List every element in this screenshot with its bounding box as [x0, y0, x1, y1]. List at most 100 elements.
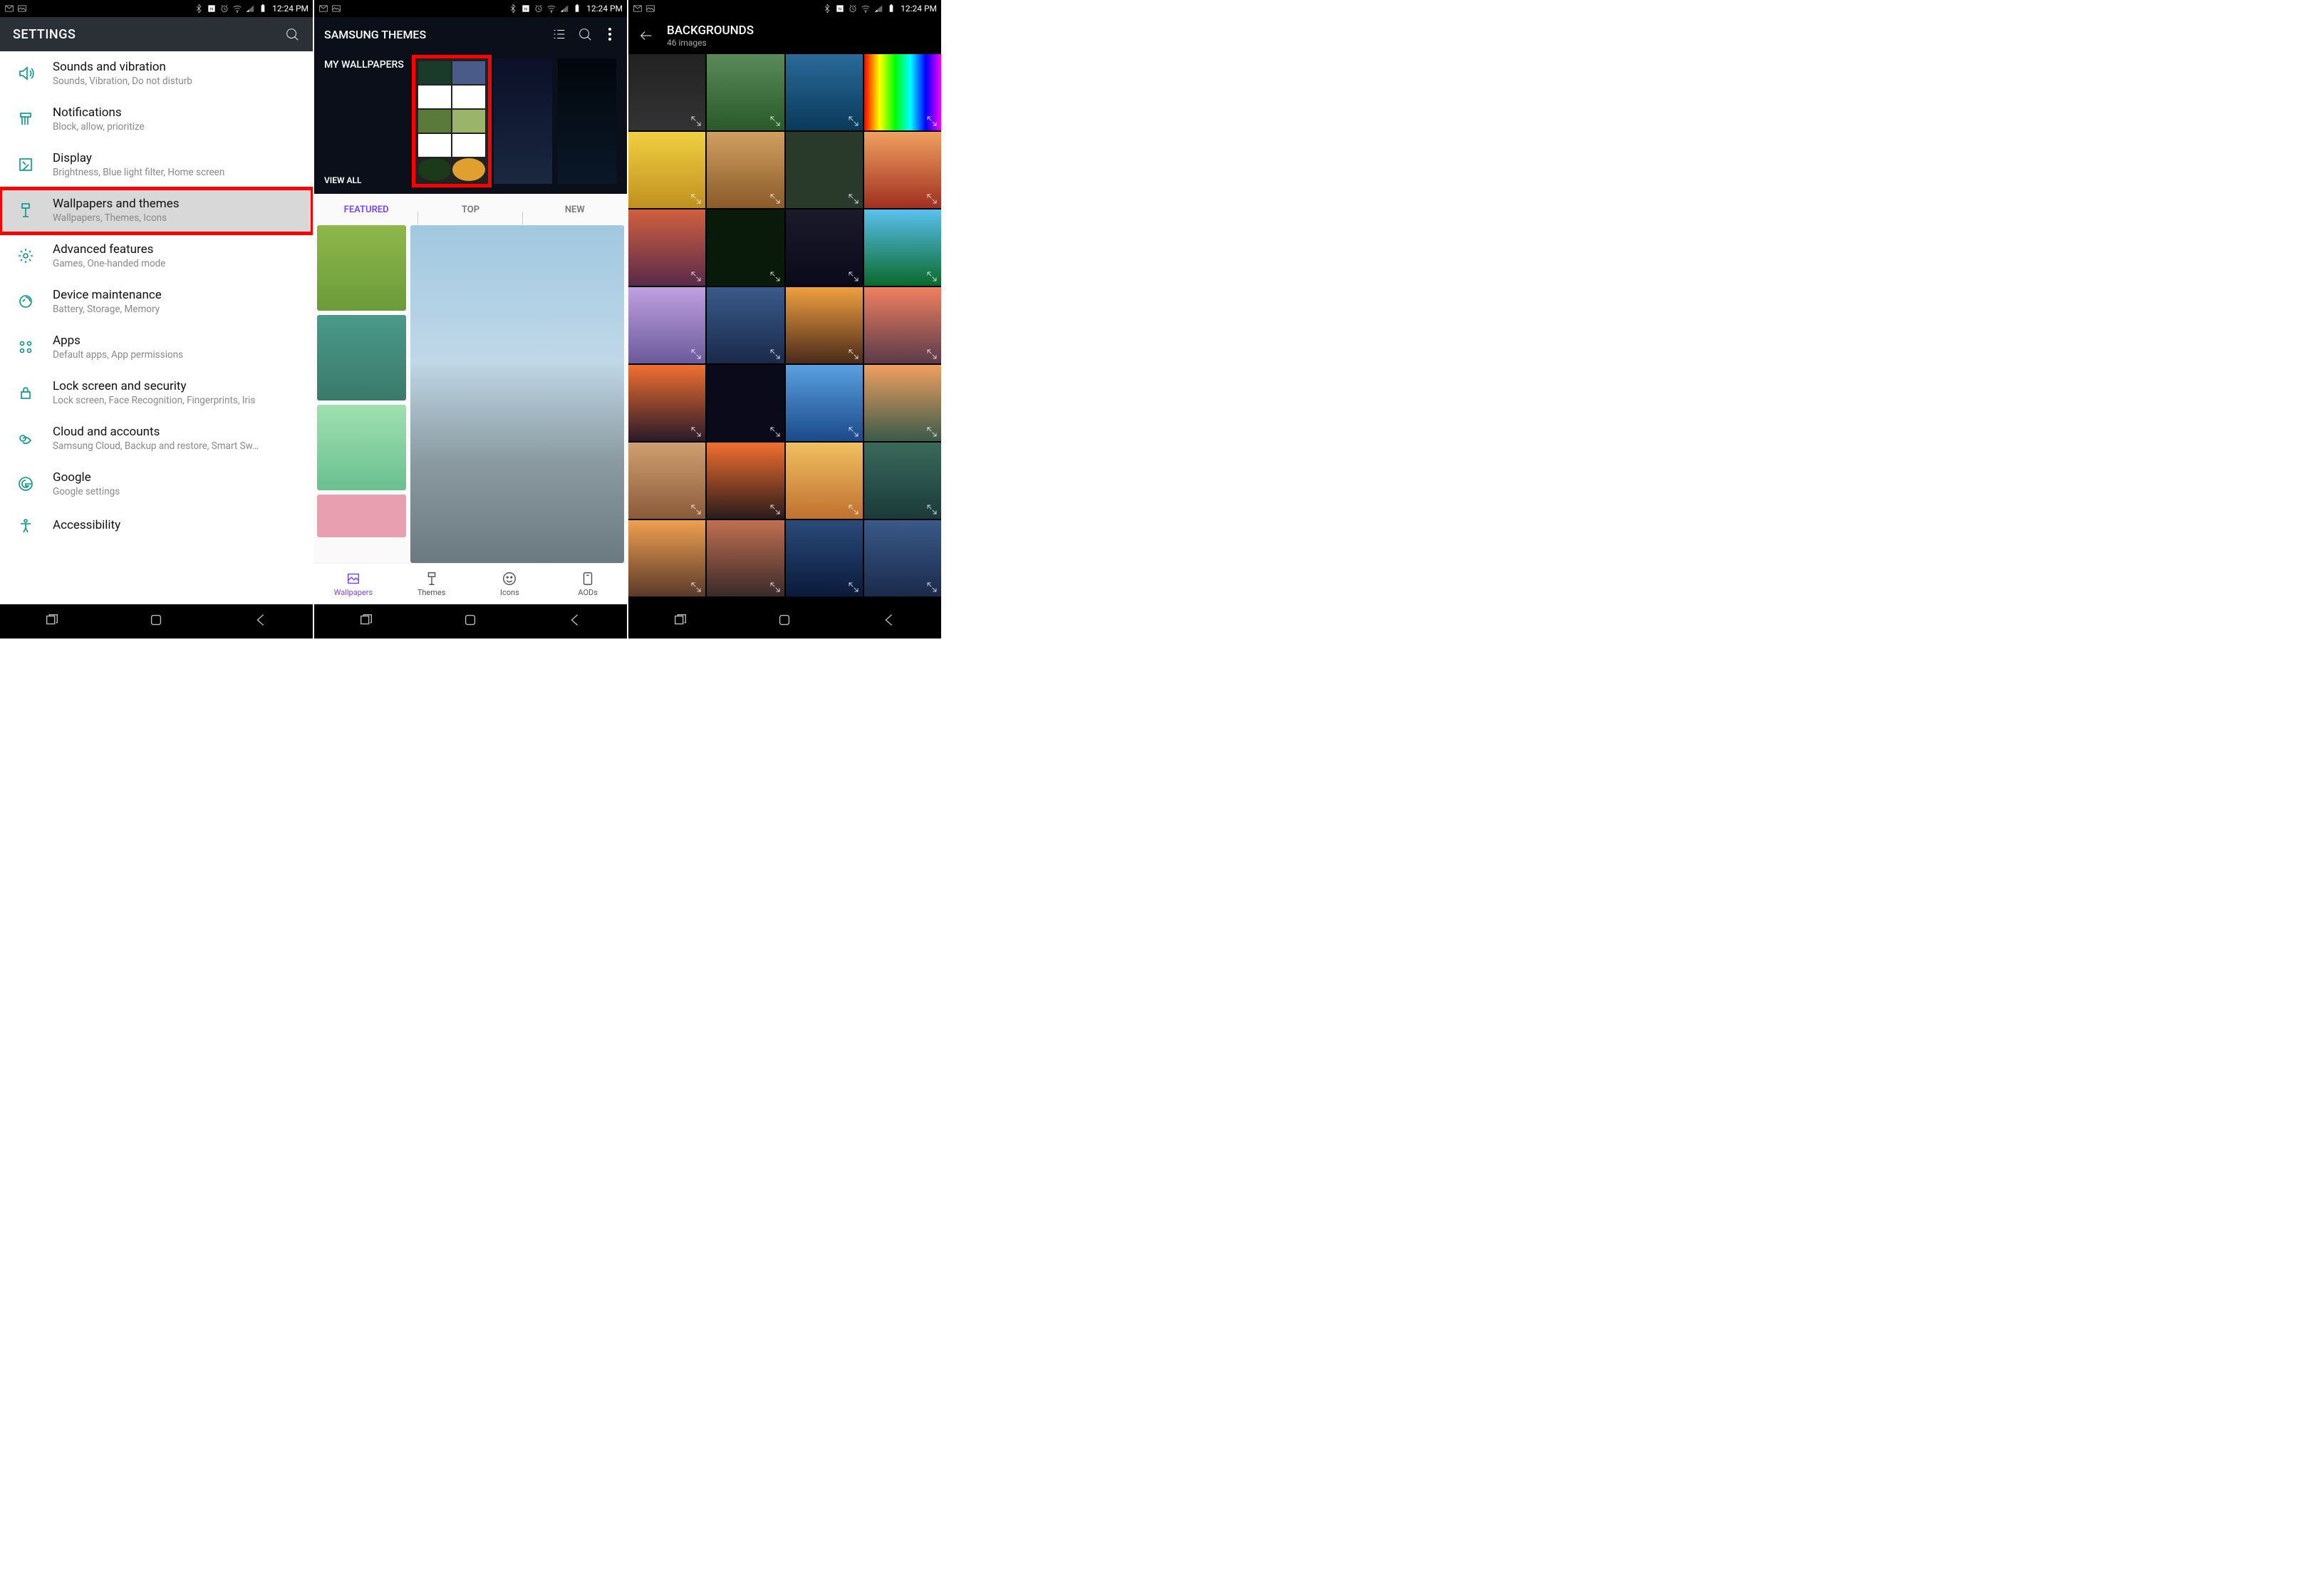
settings-item-lock[interactable]: Lock screen and security Lock screen, Fa…	[0, 371, 313, 416]
settings-item-advanced[interactable]: Advanced features Games, One-handed mode	[0, 234, 313, 279]
settings-item-cloud[interactable]: Cloud and accounts Samsung Cloud, Backup…	[0, 416, 313, 462]
list-icon[interactable]	[551, 26, 567, 42]
bottom-nav-aods[interactable]: AODs	[549, 564, 627, 604]
expand-icon[interactable]	[847, 192, 860, 205]
tab-top[interactable]: TOP	[418, 205, 522, 215]
background-thumb[interactable]	[707, 287, 784, 363]
background-thumb[interactable]	[786, 365, 863, 441]
expand-icon[interactable]	[769, 348, 782, 361]
expand-icon[interactable]	[925, 115, 938, 128]
back-arrow-icon[interactable]	[638, 28, 654, 43]
home-button[interactable]	[441, 605, 499, 638]
wallpaper-card[interactable]	[494, 58, 552, 184]
expand-icon[interactable]	[847, 348, 860, 361]
background-thumb[interactable]	[864, 520, 941, 596]
background-thumb[interactable]	[628, 210, 705, 286]
background-thumb[interactable]	[628, 520, 705, 596]
expand-icon[interactable]	[847, 270, 860, 283]
wallpaper-card[interactable]	[558, 58, 616, 184]
expand-icon[interactable]	[847, 503, 860, 516]
featured-thumb[interactable]	[317, 495, 406, 537]
expand-icon[interactable]	[847, 115, 860, 128]
back-button[interactable]	[860, 605, 918, 638]
expand-icon[interactable]	[690, 270, 702, 283]
bottom-nav-themes[interactable]: Themes	[393, 564, 471, 604]
home-button[interactable]	[127, 605, 185, 638]
featured-thumb[interactable]	[317, 225, 406, 311]
background-thumb[interactable]	[864, 132, 941, 208]
gallery-wallpaper-card[interactable]	[415, 58, 488, 184]
settings-item-wallpaper[interactable]: Wallpapers and themes Wallpapers, Themes…	[0, 188, 313, 234]
bottom-nav-wallpapers[interactable]: Wallpapers	[314, 564, 393, 604]
featured-grid[interactable]	[314, 225, 627, 563]
background-thumb[interactable]	[628, 365, 705, 441]
settings-item-maintenance[interactable]: Device maintenance Battery, Storage, Mem…	[0, 279, 313, 325]
expand-icon[interactable]	[690, 503, 702, 516]
home-button[interactable]	[755, 605, 814, 638]
recent-apps-button[interactable]	[337, 605, 395, 638]
background-thumb[interactable]	[864, 365, 941, 441]
background-thumb[interactable]	[707, 520, 784, 596]
settings-item-sound[interactable]: Sounds and vibration Sounds, Vibration, …	[0, 51, 313, 97]
expand-icon[interactable]	[769, 192, 782, 205]
background-thumb[interactable]	[707, 443, 784, 519]
background-thumb[interactable]	[864, 287, 941, 363]
expand-icon[interactable]	[769, 503, 782, 516]
expand-icon[interactable]	[769, 270, 782, 283]
featured-thumb[interactable]	[317, 405, 406, 490]
background-thumb[interactable]	[864, 54, 941, 130]
background-thumb[interactable]	[707, 365, 784, 441]
bottom-nav-icons[interactable]: Icons	[471, 564, 549, 604]
expand-icon[interactable]	[925, 425, 938, 438]
expand-icon[interactable]	[925, 192, 938, 205]
expand-icon[interactable]	[690, 115, 702, 128]
expand-icon[interactable]	[690, 581, 702, 594]
background-thumb[interactable]	[786, 132, 863, 208]
background-thumb[interactable]	[786, 520, 863, 596]
settings-item-display[interactable]: Display Brightness, Blue light filter, H…	[0, 143, 313, 188]
featured-thumb[interactable]	[317, 315, 406, 400]
backgrounds-grid[interactable]	[628, 54, 941, 604]
expand-icon[interactable]	[847, 581, 860, 594]
background-thumb[interactable]	[707, 132, 784, 208]
background-thumb[interactable]	[628, 443, 705, 519]
back-button[interactable]	[546, 605, 604, 638]
background-thumb[interactable]	[628, 54, 705, 130]
background-thumb[interactable]	[864, 443, 941, 519]
search-icon[interactable]	[577, 26, 593, 42]
recent-apps-button[interactable]	[23, 605, 81, 638]
expand-icon[interactable]	[847, 425, 860, 438]
featured-hero-thumb[interactable]	[410, 225, 624, 563]
background-thumb[interactable]	[786, 443, 863, 519]
settings-item-notifications[interactable]: Notifications Block, allow, prioritize	[0, 97, 313, 143]
expand-icon[interactable]	[925, 503, 938, 516]
background-thumb[interactable]	[864, 210, 941, 286]
more-icon[interactable]	[603, 28, 617, 41]
expand-icon[interactable]	[769, 425, 782, 438]
recent-apps-button[interactable]	[651, 605, 710, 638]
settings-item-apps[interactable]: Apps Default apps, App permissions	[0, 325, 313, 371]
back-button[interactable]	[232, 605, 290, 638]
expand-icon[interactable]	[769, 115, 782, 128]
background-thumb[interactable]	[628, 287, 705, 363]
expand-icon[interactable]	[925, 348, 938, 361]
expand-icon[interactable]	[690, 192, 702, 205]
tab-featured[interactable]: FEATURED	[314, 205, 418, 215]
tab-new[interactable]: NEW	[523, 205, 627, 215]
expand-icon[interactable]	[925, 581, 938, 594]
settings-item-accessibility[interactable]: Accessibility	[0, 507, 313, 546]
background-thumb[interactable]	[786, 210, 863, 286]
background-thumb[interactable]	[786, 287, 863, 363]
background-thumb[interactable]	[707, 54, 784, 130]
expand-icon[interactable]	[769, 581, 782, 594]
expand-icon[interactable]	[690, 348, 702, 361]
background-thumb[interactable]	[786, 54, 863, 130]
search-icon[interactable]	[284, 26, 300, 42]
background-thumb[interactable]	[707, 210, 784, 286]
expand-icon[interactable]	[690, 425, 702, 438]
settings-item-google[interactable]: Google Google settings	[0, 462, 313, 507]
expand-icon[interactable]	[925, 270, 938, 283]
view-all-button[interactable]: VIEW ALL	[324, 175, 408, 185]
background-thumb[interactable]	[628, 132, 705, 208]
settings-list[interactable]: Sounds and vibration Sounds, Vibration, …	[0, 51, 313, 604]
